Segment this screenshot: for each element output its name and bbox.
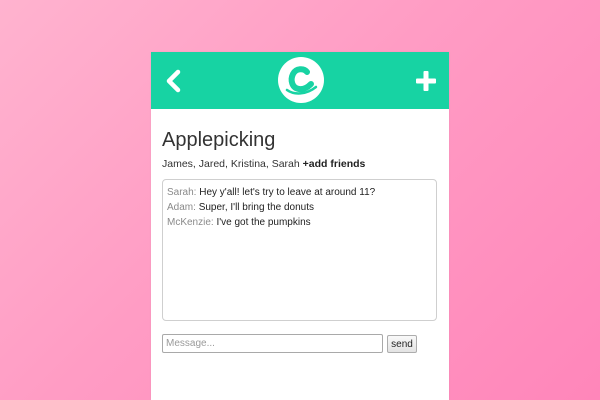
member-list: James, Jared, Kristina, Sarah +add frien… [162,158,365,170]
back-button[interactable] [163,68,185,94]
message-input[interactable] [162,334,383,353]
page-title: Applepicking [162,129,276,151]
message-sender: Sarah: [167,187,197,198]
chat-message: McKenzie: I've got the pumpkins [167,215,432,230]
chat-message: Sarah: Hey y'all! let's try to leave at … [167,185,432,200]
chat-message: Adam: Super, I'll bring the donuts [167,200,432,215]
message-sender: McKenzie: [167,217,214,228]
message-text: Super, I'll bring the donuts [198,202,315,213]
message-text: I've got the pumpkins [216,217,311,228]
add-button[interactable] [415,70,437,92]
chevron-left-icon [166,69,181,93]
chat-log[interactable]: Sarah: Hey y'all! let's try to leave at … [162,179,437,321]
add-friends-link[interactable]: +add friends [303,158,366,170]
top-bar [151,52,449,109]
member-names: James, Jared, Kristina, Sarah [162,158,300,170]
message-text: Hey y'all! let's try to leave at around … [199,187,376,198]
message-sender: Adam: [167,202,196,213]
c-logo-icon [285,66,318,95]
app-window: Applepicking James, Jared, Kristina, Sar… [151,52,449,400]
plus-icon [416,71,436,91]
send-button[interactable]: send [387,335,417,353]
app-logo [278,57,324,103]
